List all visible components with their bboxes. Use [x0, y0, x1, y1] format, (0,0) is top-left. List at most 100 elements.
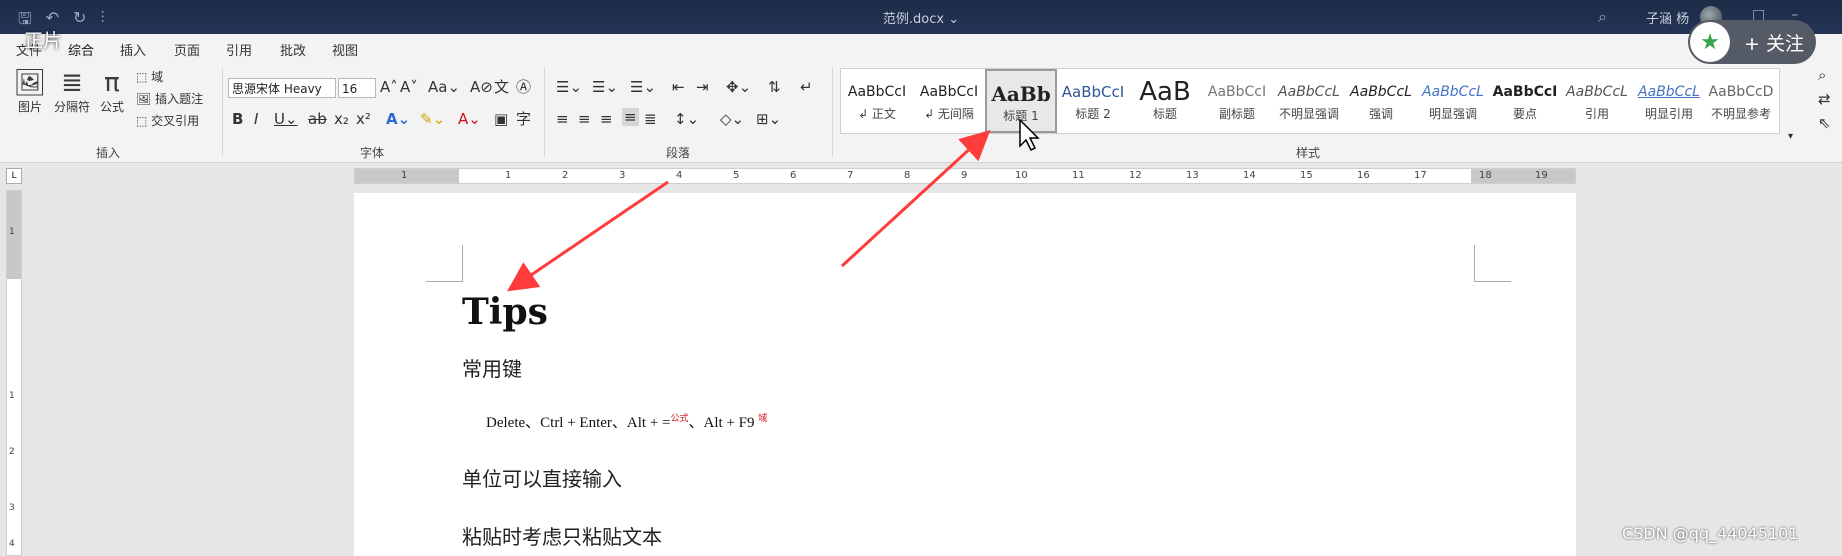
- style-quote[interactable]: AaBbCcL 引用: [1561, 69, 1633, 133]
- text-effect-icon[interactable]: A⌄: [386, 110, 410, 128]
- document-page[interactable]: Tips 常用键 Delete、Ctrl + Enter、Alt + =公式、A…: [354, 193, 1576, 556]
- show-marks-icon[interactable]: ↵: [800, 78, 813, 96]
- ruler-number: 8: [904, 170, 911, 181]
- ruler-number: 2: [562, 170, 569, 181]
- justify-icon[interactable]: ≡: [622, 108, 639, 126]
- numbering-icon[interactable]: ☰⌄: [592, 78, 618, 96]
- distributed-icon[interactable]: ≣: [644, 110, 657, 128]
- field-annotation: 域: [758, 413, 768, 423]
- find-icon[interactable]: ⌕: [1818, 66, 1826, 84]
- replace-icon[interactable]: ⇄: [1818, 90, 1831, 108]
- watermark: CSDN @qq_44045101: [1622, 524, 1799, 543]
- sort-icon[interactable]: ⇅: [768, 78, 781, 96]
- picture-button[interactable]: 🖼 图片: [12, 68, 48, 115]
- line-spacing-icon[interactable]: ↕⌄: [674, 110, 699, 128]
- style-emphasis[interactable]: AaBbCcL 强调: [1345, 69, 1417, 133]
- enclose-char-icon[interactable]: 字: [516, 110, 531, 128]
- strikethrough-icon[interactable]: ab: [308, 110, 327, 128]
- ruler-number: 1: [401, 170, 408, 181]
- ruler-number: 10: [1015, 170, 1028, 181]
- align-left-icon[interactable]: ≡: [556, 110, 569, 128]
- heading-tips[interactable]: Tips: [462, 291, 548, 333]
- tab-review[interactable]: 批改: [280, 40, 306, 59]
- ruler-number: 9: [961, 170, 968, 181]
- font-group-label: 字体: [360, 146, 385, 160]
- shrink-font-icon[interactable]: A˅: [400, 78, 418, 96]
- paragraph-units[interactable]: 单位可以直接输入: [462, 463, 622, 492]
- asian-layout-icon[interactable]: ✥⌄: [726, 78, 751, 96]
- field-icon: ⬚: [136, 70, 148, 84]
- font-color-icon[interactable]: A⌄: [458, 110, 481, 128]
- ruler-number: 13: [1186, 170, 1199, 181]
- styles-group-label: 样式: [1296, 146, 1321, 160]
- ruler-number: 18: [1479, 170, 1492, 181]
- user-name[interactable]: 子涵 杨: [1646, 8, 1689, 27]
- styles-gallery: AaBbCcI ↲ 正文 AaBbCcI ↲ 无间隔 AaBb 标题 1 AaB…: [840, 68, 1780, 134]
- ruler-number: 17: [1414, 170, 1427, 181]
- style-subtitle[interactable]: AaBbCcI 副标题: [1201, 69, 1273, 133]
- vertical-ruler[interactable]: 1 1 2 3 4: [6, 190, 22, 556]
- tab-selector[interactable]: L: [6, 168, 22, 184]
- style-intense-emphasis[interactable]: AaBbCcL 明显强调: [1417, 69, 1489, 133]
- font-name-combo[interactable]: 思源宋体 Heavy: [228, 78, 336, 98]
- horizontal-ruler[interactable]: 1 1 2 3 4 5 6 7 8 9 10 11 12 13 14 15 16…: [354, 168, 1576, 184]
- paragraph-paste[interactable]: 粘贴时考虑只粘贴文本: [462, 521, 662, 550]
- field-button[interactable]: ⬚ 域: [136, 68, 163, 85]
- cross-reference-button[interactable]: ⬚ 交叉引用: [136, 112, 199, 129]
- superscript-icon[interactable]: x²: [356, 110, 371, 128]
- italic-icon[interactable]: I: [254, 110, 258, 128]
- ruler-number: 4: [676, 170, 683, 181]
- borders-icon[interactable]: ⊞⌄: [756, 110, 781, 128]
- tab-page[interactable]: 页面: [174, 40, 200, 59]
- align-right-icon[interactable]: ≡: [600, 110, 613, 128]
- group-divider: [832, 68, 833, 156]
- channel-logo-icon: ★: [1690, 22, 1730, 62]
- grow-font-icon[interactable]: A˄: [380, 78, 398, 96]
- formula-button[interactable]: π 公式: [96, 68, 128, 115]
- align-center-icon[interactable]: ≡: [578, 110, 591, 128]
- char-shading-icon[interactable]: ▣: [494, 110, 508, 128]
- gallery-more-icon[interactable]: ▾: [1788, 128, 1793, 146]
- search-icon[interactable]: ⌕: [1598, 7, 1607, 27]
- style-title[interactable]: AaB 标题: [1129, 69, 1201, 133]
- insert-group-label: 插入: [96, 146, 121, 160]
- increase-indent-icon[interactable]: ⇥: [696, 78, 709, 96]
- tab-references[interactable]: 引用: [226, 40, 252, 59]
- style-heading-1[interactable]: AaBb 标题 1: [985, 69, 1057, 133]
- style-strong[interactable]: AaBbCcI 要点: [1489, 69, 1561, 133]
- margin-corner-mark: [426, 245, 463, 282]
- font-size-combo[interactable]: 16: [338, 78, 376, 98]
- highlight-icon[interactable]: ✎⌄: [420, 110, 445, 128]
- style-normal[interactable]: AaBbCcI ↲ 正文: [841, 69, 913, 133]
- paragraph-common-keys[interactable]: 常用键: [462, 353, 522, 382]
- follow-button[interactable]: ★ + 关注: [1688, 20, 1816, 64]
- ruler-number: 1: [9, 391, 15, 401]
- style-subtle-reference[interactable]: AaBbCcD 不明显参考: [1705, 69, 1777, 133]
- multilevel-list-icon[interactable]: ☰⌄: [630, 78, 656, 96]
- change-case-icon[interactable]: Aa⌄: [428, 78, 460, 96]
- insert-caption-button[interactable]: 🖼 插入题注: [136, 90, 203, 107]
- tab-view[interactable]: 视图: [332, 40, 358, 59]
- underline-icon[interactable]: U⌄: [274, 110, 298, 128]
- decrease-indent-icon[interactable]: ⇤: [672, 78, 685, 96]
- paragraph-shortcuts[interactable]: Delete、Ctrl + Enter、Alt + =公式、Alt + F9 域: [486, 411, 767, 432]
- style-heading-2[interactable]: AaBbCcI 标题 2: [1057, 69, 1129, 133]
- select-icon[interactable]: ⇖: [1818, 114, 1831, 132]
- shading-icon[interactable]: ◇⌄: [720, 110, 744, 128]
- field-annotation: 公式: [670, 413, 689, 423]
- bold-icon[interactable]: B: [232, 110, 243, 128]
- document-title: 范例.docx ⌄: [882, 12, 960, 27]
- char-border-icon[interactable]: Ⓐ: [516, 78, 531, 96]
- style-intense-quote[interactable]: AaBbCcL 明显引用: [1633, 69, 1705, 133]
- margin-corner-mark: [1474, 245, 1511, 282]
- bullets-icon[interactable]: ☰⌄: [556, 78, 582, 96]
- tab-insert[interactable]: 插入: [120, 40, 146, 59]
- subscript-icon[interactable]: x₂: [334, 110, 349, 128]
- style-subtle-emphasis[interactable]: AaBbCcL 不明显强调: [1273, 69, 1345, 133]
- separator-button[interactable]: ≣ 分隔符: [52, 68, 92, 115]
- phonetic-icon[interactable]: 文: [494, 78, 509, 96]
- tab-home[interactable]: 综合: [68, 40, 95, 64]
- pi-icon: π: [104, 68, 120, 98]
- style-no-spacing[interactable]: AaBbCcI ↲ 无间隔: [913, 69, 985, 133]
- clear-format-icon[interactable]: A⊘: [470, 78, 493, 96]
